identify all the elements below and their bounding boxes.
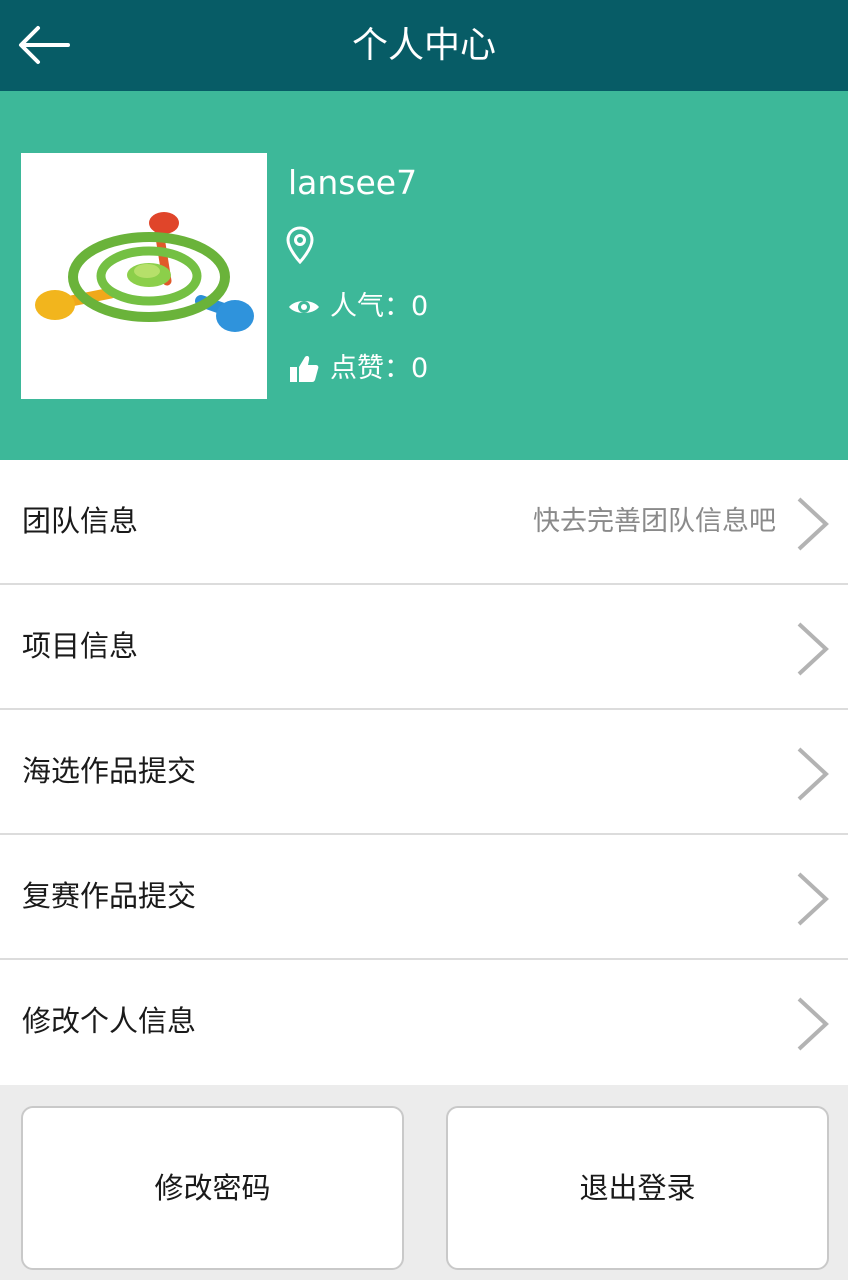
chevron-right-icon: [797, 497, 829, 551]
chevron-right-icon: [797, 622, 829, 676]
avatar[interactable]: [21, 153, 267, 399]
likes-stat: 点赞：0: [288, 349, 488, 389]
menu-item-project-info[interactable]: 项目信息: [0, 585, 848, 710]
menu-item-label: 海选作品提交: [22, 754, 197, 788]
profile-header: lansee7 人气：0 点赞：0: [0, 91, 848, 460]
chevron-right-icon: [797, 872, 829, 926]
menu-item-team-info[interactable]: 团队信息 快去完善团队信息吧: [0, 460, 848, 585]
username: lansee7: [288, 163, 418, 202]
eye-icon: [289, 301, 319, 313]
page-title: 个人中心: [351, 25, 496, 66]
change-password-button[interactable]: 修改密码: [21, 1106, 404, 1270]
chevron-right-icon: [797, 747, 829, 801]
location-pin-icon: [286, 226, 314, 264]
menu-item-label: 项目信息: [22, 629, 139, 663]
chevron-right-icon: [797, 997, 829, 1051]
menu-list: 团队信息 快去完善团队信息吧 项目信息 海选作品提交 复赛作品提交 修改个人信息: [0, 460, 848, 1085]
menu-item-label: 复赛作品提交: [22, 879, 197, 913]
popularity-stat: 人气：0: [288, 287, 488, 327]
menu-item-edit-profile[interactable]: 修改个人信息: [0, 960, 848, 1085]
popularity-label: 人气：0: [330, 291, 429, 322]
menu-item-label: 团队信息: [22, 504, 139, 538]
menu-item-semifinal-submission[interactable]: 复赛作品提交: [0, 835, 848, 960]
menu-item-hint: 快去完善团队信息吧: [533, 506, 776, 537]
menu-item-preliminary-submission[interactable]: 海选作品提交: [0, 710, 848, 835]
thumbs-up-icon: [290, 356, 319, 382]
avatar-logo: [35, 212, 254, 332]
likes-label: 点赞：0: [330, 353, 429, 384]
nav-bar: 个人中心: [0, 0, 848, 91]
menu-item-label: 修改个人信息: [22, 1004, 197, 1038]
logout-button[interactable]: 退出登录: [446, 1106, 829, 1270]
